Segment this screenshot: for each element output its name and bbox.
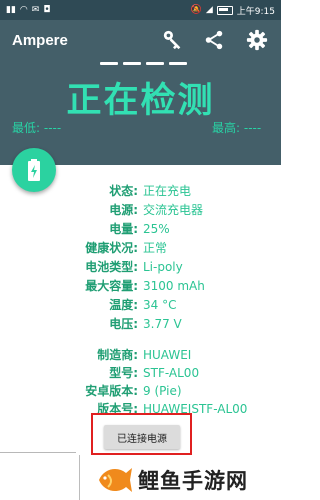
divider-vertical	[79, 455, 80, 500]
app-bar: Ampere 正在检测 最低: ---- 最高: ----	[0, 20, 281, 165]
detail-row-source: 电源: 交流充电器	[0, 202, 281, 218]
min-reading: 最低: ----	[12, 121, 62, 135]
watermark: 鲤鱼手游网	[96, 460, 281, 500]
detail-value: 正在充电	[143, 184, 192, 198]
detail-key: 型号:	[109, 366, 138, 380]
detail-value: 9 (Pie)	[143, 384, 182, 398]
detail-key: 健康状况:	[85, 241, 138, 255]
loading-dashes	[100, 62, 187, 65]
detail-value: 3.77 V	[143, 317, 182, 331]
detail-row-temperature: 温度: 34 °C	[0, 297, 281, 313]
measurement-status: 正在检测	[66, 81, 215, 121]
detail-row-android-version: 安卓版本: 9 (Pie)	[0, 383, 281, 399]
detail-value: 25%	[143, 222, 170, 236]
detail-value: 正常	[143, 241, 168, 255]
detail-key: 电池类型:	[85, 260, 138, 274]
gear-icon[interactable]	[246, 29, 268, 51]
app-title: Ampere	[12, 32, 68, 49]
mute-icon: 🔕	[190, 4, 202, 15]
battery-charging-icon	[28, 159, 40, 181]
mail-icon: ✉	[31, 4, 40, 15]
sim-signal-icon: ▮▮	[6, 4, 16, 15]
detail-key: 温度:	[109, 298, 138, 312]
detail-key: 安卓版本:	[85, 384, 138, 398]
detail-key: 制造商:	[97, 348, 138, 362]
detail-row-level: 电量: 25%	[0, 221, 281, 237]
status-time: 上午9:15	[236, 6, 275, 17]
detail-row-health: 健康状况: 正常	[0, 240, 281, 256]
detail-value: STF-AL00	[143, 366, 200, 380]
status-bar: ▮▮ ◠ ✉ ◘ 🔕 ◢ 上午9:15	[0, 0, 281, 20]
signal-icon: ◢	[205, 4, 213, 15]
detail-value: 3100 mAh	[143, 279, 205, 293]
detail-value: 34 °C	[143, 298, 177, 312]
detail-row-status: 状态: 正在充电	[0, 183, 281, 199]
key-icon[interactable]	[162, 29, 184, 51]
shield-icon: ◘	[43, 4, 51, 15]
detail-row-type: 电池类型: Li-poly	[0, 259, 281, 275]
power-connected-button[interactable]: 已连接电源	[104, 425, 180, 449]
detail-key: 最大容量:	[85, 279, 138, 293]
detail-key: 电源:	[109, 203, 138, 217]
wifi-icon: ◠	[19, 4, 28, 15]
detail-row-capacity: 最大容量: 3100 mAh	[0, 278, 281, 294]
share-icon[interactable]	[203, 29, 225, 51]
detail-value: HUAWEI	[143, 348, 192, 362]
detail-key: 状态:	[109, 184, 138, 198]
detail-row-manufacturer: 制造商: HUAWEI	[0, 347, 281, 363]
max-reading: 最高: ----	[212, 121, 262, 135]
divider	[0, 452, 76, 453]
battery-status-icon	[216, 5, 233, 15]
fish-logo-icon	[99, 468, 132, 492]
detail-value: Li-poly	[143, 260, 183, 274]
detail-key: 电压:	[109, 317, 138, 331]
watermark-text: 鲤鱼手游网	[138, 469, 248, 493]
detail-row-model: 型号: STF-AL00	[0, 365, 281, 381]
detail-value: 交流充电器	[143, 203, 204, 217]
detail-key: 电量:	[109, 222, 138, 236]
detail-row-voltage: 电压: 3.77 V	[0, 316, 281, 332]
